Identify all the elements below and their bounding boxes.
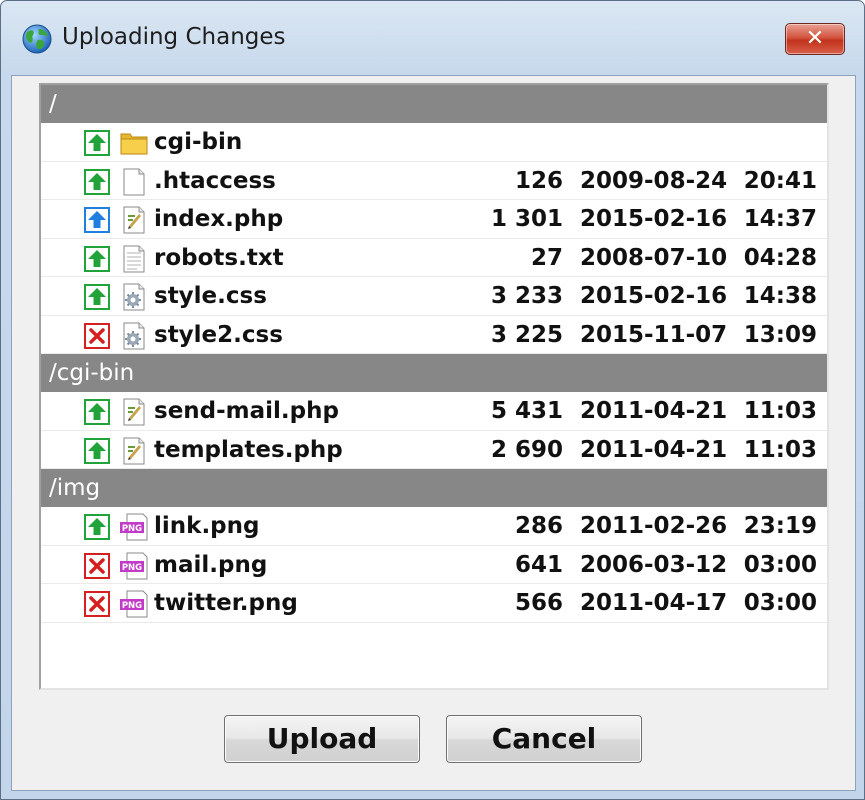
upload-arrow-icon[interactable] [84,399,110,425]
changes-list[interactable]: / cgi-bin .htaccess 126 2009-08-24 20:41 index… [39,83,829,690]
png-file-icon: PNG [119,552,149,580]
file-row[interactable]: PNG link.png 286 2011-02-26 23:19 [41,507,827,546]
file-time: 20:41 [743,167,817,194]
file-time: 14:37 [743,206,817,232]
png-file-icon: PNG [119,513,149,541]
group-header: /cgi-bin [41,354,827,392]
css-file-icon [119,283,149,311]
file-date: 2011-04-17 [580,590,728,616]
close-icon: ✕ [805,26,825,51]
group-header: /img [41,469,827,507]
file-row[interactable]: PNG mail.png 641 2006-03-12 03:00 [41,546,827,584]
file-date: 2011-04-21 [580,398,728,424]
file-date: 2009-08-24 [580,167,728,194]
file-time: 04:28 [743,244,817,271]
file-row[interactable]: style2.css 3 225 2015-11-07 13:09 [41,316,827,354]
file-date: 2008-07-10 [580,244,728,271]
upload-arrow-icon[interactable] [84,514,110,540]
upload-arrow-icon[interactable] [84,284,110,310]
file-row[interactable]: templates.php 2 690 2011-04-21 11:03 [41,431,827,469]
text-file-icon [119,245,149,273]
close-button[interactable]: ✕ [785,23,845,55]
file-size: 566 [514,590,563,616]
file-row[interactable]: cgi-bin [41,123,827,162]
file-name: send-mail.php [154,398,339,424]
title-bar[interactable]: Uploading Changes ✕ [1,1,864,75]
upload-button[interactable]: Upload [224,715,420,763]
file-date: 2011-04-21 [580,436,728,463]
upload-arrow-icon[interactable] [84,130,110,156]
file-name: twitter.png [154,590,298,616]
file-size: 27 [530,244,563,271]
file-date: 2015-02-16 [580,206,728,232]
group-header: / [41,85,827,123]
upload-dialog-window: Uploading Changes ✕ / cgi-bin .htaccess 126… [0,0,865,800]
file-row[interactable]: .htaccess 126 2009-08-24 20:41 [41,162,827,200]
file-size: 3 233 [490,283,563,309]
file-size: 126 [514,167,563,194]
file-name: .htaccess [154,167,276,194]
file-time: 11:03 [743,398,817,424]
file-date: 2006-03-12 [580,551,728,578]
css-file-icon [119,322,149,350]
file-row[interactable]: send-mail.php 5 431 2011-04-21 11:03 [41,392,827,431]
file-name: style.css [154,283,267,309]
png-file-icon: PNG [119,590,149,618]
file-row[interactable]: index.php 1 301 2015-02-16 14:37 [41,200,827,239]
file-size: 1 301 [490,206,563,232]
php-file-icon [119,398,149,426]
file-name: style2.css [154,321,283,348]
folder-icon [119,129,149,157]
file-time: 13:09 [743,321,817,348]
file-name: robots.txt [154,244,284,271]
file-size: 286 [514,513,563,539]
file-size: 5 431 [490,398,563,424]
file-row[interactable]: style.css 3 233 2015-02-16 14:38 [41,277,827,316]
file-name: index.php [154,206,284,232]
file-time: 11:03 [743,436,817,463]
dialog-client-area: / cgi-bin .htaccess 126 2009-08-24 20:41 index… [11,75,856,791]
php-file-icon [119,437,149,465]
file-name: cgi-bin [154,129,243,155]
upload-arrow-icon[interactable] [84,168,110,195]
png-badge-text: PNG [122,601,142,611]
file-date: 2015-02-16 [580,283,728,309]
file-row[interactable]: robots.txt 27 2008-07-10 04:28 [41,239,827,277]
window-title: Uploading Changes [62,24,286,50]
file-date: 2011-02-26 [580,513,728,539]
upload-arrow-icon[interactable] [84,437,110,464]
file-size: 3 225 [490,321,563,348]
file-name: mail.png [154,551,268,578]
file-date: 2015-11-07 [580,321,728,348]
file-name: templates.php [154,436,343,463]
file-time: 03:00 [743,551,817,578]
file-row[interactable]: PNG twitter.png 566 2011-04-17 03:00 [41,584,827,623]
delete-x-icon[interactable] [84,322,110,349]
delete-x-icon[interactable] [84,591,110,617]
file-time: 14:38 [743,283,817,309]
file-size: 2 690 [490,436,563,463]
cancel-button[interactable]: Cancel [446,715,642,763]
file-name: link.png [154,513,260,539]
file-icon [119,168,149,196]
globe-icon [21,23,53,55]
file-size: 641 [514,551,563,578]
upload-arrow-icon[interactable] [84,245,110,272]
delete-x-icon[interactable] [84,552,110,579]
file-time: 03:00 [743,590,817,616]
png-badge-text: PNG [122,563,142,573]
file-time: 23:19 [743,513,817,539]
php-file-icon [119,206,149,234]
png-badge-text: PNG [122,524,142,534]
upload-changed-arrow-icon[interactable] [84,207,110,233]
